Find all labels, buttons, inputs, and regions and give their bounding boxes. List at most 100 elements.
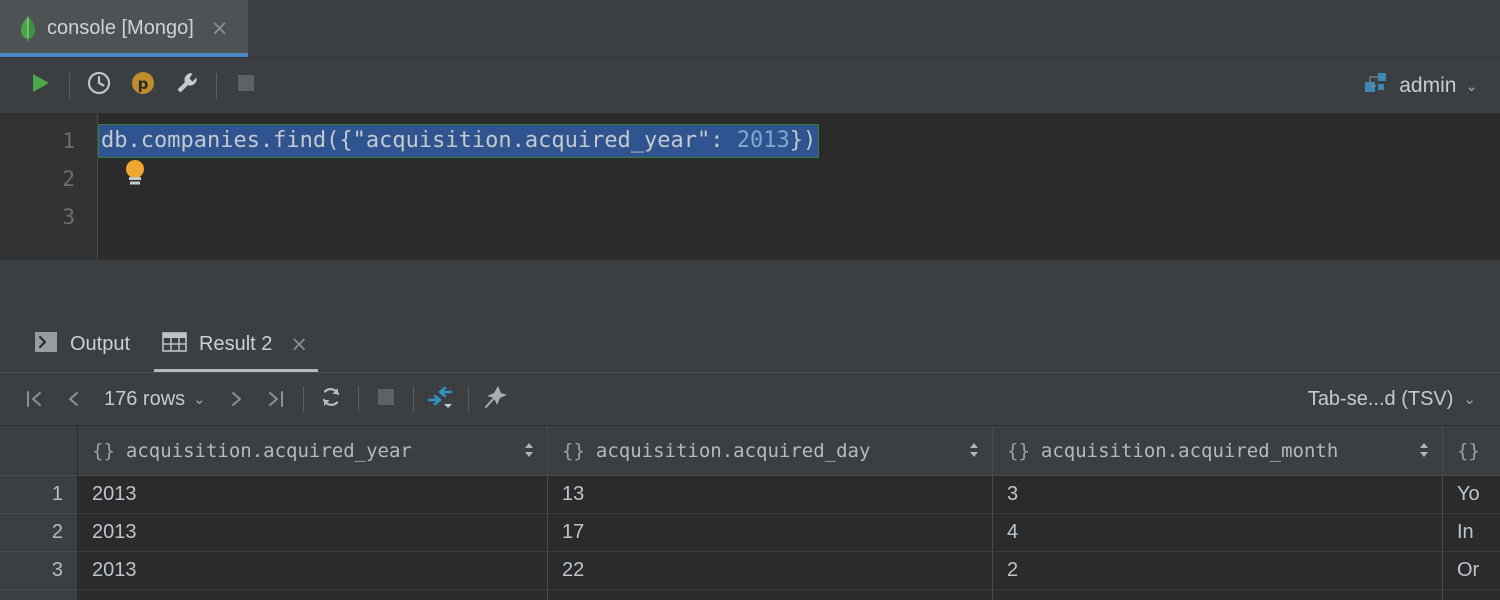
cell-acquired-month[interactable]: 2 bbox=[993, 552, 1443, 590]
cell-acquired-day[interactable]: 13 bbox=[548, 476, 993, 514]
sort-arrows-icon[interactable] bbox=[1418, 440, 1430, 461]
pin-icon bbox=[483, 384, 509, 415]
results-tab-bar: Output Result 2 × bbox=[0, 316, 1500, 373]
line-number: 1 bbox=[0, 122, 97, 160]
parameters-button[interactable]: p bbox=[121, 66, 165, 106]
query-prefix: db.companies.find({"acquisition.acquired… bbox=[101, 128, 737, 153]
result-data-grid[interactable]: {} acquisition.acquired_year {} acquisit… bbox=[0, 426, 1500, 600]
cell-acquired-month[interactable]: 4 bbox=[993, 514, 1443, 552]
editor-tab-console-mongo[interactable]: console [Mongo] × bbox=[0, 0, 248, 57]
sort-arrows-icon[interactable] bbox=[968, 440, 980, 461]
cell-acquired-day[interactable] bbox=[548, 590, 993, 600]
row-number[interactable]: 1 bbox=[0, 476, 78, 514]
table-row[interactable]: 2 2013 17 4 In bbox=[0, 514, 1500, 552]
grid-header-row: {} acquisition.acquired_year {} acquisit… bbox=[0, 426, 1500, 476]
database-name: admin bbox=[1399, 74, 1456, 98]
code-editor[interactable]: 1 2 3 db.companies.find({"acquisition.ac… bbox=[0, 114, 1500, 259]
cell-truncated[interactable]: Or bbox=[1443, 552, 1500, 590]
output-format-selector[interactable]: Tab-se...d (TSV) ⌄ bbox=[1308, 388, 1488, 411]
line-number: 3 bbox=[0, 198, 97, 236]
results-toolbar: 176 rows ⌄ bbox=[0, 373, 1500, 426]
close-icon[interactable]: × bbox=[288, 334, 310, 355]
object-type-icon: {} bbox=[1457, 440, 1480, 462]
cell-acquired-year[interactable]: 2013 bbox=[78, 476, 548, 514]
sort-arrows-icon[interactable] bbox=[523, 440, 535, 461]
last-page-button[interactable] bbox=[256, 380, 296, 418]
next-page-button[interactable] bbox=[216, 380, 256, 418]
tab-output-label: Output bbox=[70, 333, 130, 356]
column-header-acquired-year[interactable]: {} acquisition.acquired_year bbox=[78, 426, 548, 476]
stop-icon bbox=[236, 73, 256, 98]
column-header-truncated[interactable]: {} bbox=[1443, 426, 1500, 476]
cell-acquired-month[interactable] bbox=[993, 590, 1443, 600]
settings-button[interactable] bbox=[165, 66, 209, 106]
tab-result-2-label: Result 2 bbox=[199, 333, 272, 356]
reload-button[interactable] bbox=[311, 380, 351, 418]
editor-tab-label: console [Mongo] bbox=[47, 17, 194, 40]
table-row[interactable]: 1 2013 13 3 Yo bbox=[0, 476, 1500, 514]
history-button[interactable] bbox=[77, 66, 121, 106]
console-output-icon bbox=[34, 331, 58, 358]
line-number: 2 bbox=[0, 160, 97, 198]
pin-tab-button[interactable] bbox=[476, 380, 516, 418]
play-icon bbox=[28, 71, 52, 100]
query-suffix: }) bbox=[790, 128, 817, 153]
row-number[interactable]: 3 bbox=[0, 552, 78, 590]
cell-truncated[interactable]: Yo bbox=[1443, 476, 1500, 514]
mongo-console-window: console [Mongo] × p bbox=[0, 0, 1500, 600]
cell-truncated[interactable] bbox=[1443, 590, 1500, 600]
column-header-acquired-month[interactable]: {} acquisition.acquired_month bbox=[993, 426, 1443, 476]
line-number-gutter: 1 2 3 bbox=[0, 114, 98, 259]
prev-page-button[interactable] bbox=[54, 380, 94, 418]
execute-button[interactable] bbox=[18, 66, 62, 106]
row-number[interactable]: 2 bbox=[0, 514, 78, 552]
toolbar-separator-2 bbox=[216, 73, 217, 99]
cell-acquired-month[interactable]: 3 bbox=[993, 476, 1443, 514]
cancel-query-button[interactable] bbox=[366, 380, 406, 418]
tab-output[interactable]: Output bbox=[18, 316, 146, 372]
row-number[interactable]: 4 bbox=[0, 590, 78, 600]
database-selector[interactable]: admin ⌄ bbox=[1364, 72, 1484, 99]
chevron-down-icon: ⌄ bbox=[1463, 390, 1476, 408]
table-row[interactable]: 3 2013 22 2 Or bbox=[0, 552, 1500, 590]
code-text-area[interactable]: db.companies.find({"acquisition.acquired… bbox=[98, 114, 1500, 259]
column-header-label: acquisition.acquired_month bbox=[1041, 440, 1338, 462]
table-grid-icon bbox=[162, 331, 187, 358]
row-header-corner[interactable] bbox=[0, 426, 78, 476]
cell-truncated[interactable]: In bbox=[1443, 514, 1500, 552]
table-row[interactable]: 4 bbox=[0, 590, 1500, 600]
row-count-selector[interactable]: 176 rows ⌄ bbox=[94, 388, 216, 411]
refresh-icon bbox=[319, 385, 343, 414]
column-header-acquired-day[interactable]: {} acquisition.acquired_day bbox=[548, 426, 993, 476]
intention-bulb-icon[interactable] bbox=[122, 158, 148, 188]
object-type-icon: {} bbox=[1007, 440, 1030, 462]
parameter-p-icon: p bbox=[130, 70, 156, 101]
cell-acquired-day[interactable]: 17 bbox=[548, 514, 993, 552]
chevron-down-icon: ⌄ bbox=[193, 390, 206, 408]
console-toolbar: p bbox=[0, 58, 1500, 114]
cell-acquired-year[interactable] bbox=[78, 590, 548, 600]
panel-divider-band bbox=[0, 259, 1500, 316]
results-toolbar-separator-2 bbox=[358, 386, 359, 412]
stop-icon bbox=[376, 387, 396, 412]
history-icon bbox=[86, 70, 112, 101]
output-format-label: Tab-se...d (TSV) bbox=[1308, 388, 1454, 411]
close-icon[interactable]: × bbox=[209, 18, 231, 39]
column-header-label: acquisition.acquired_day bbox=[596, 440, 871, 462]
cell-acquired-year[interactable]: 2013 bbox=[78, 514, 548, 552]
cell-acquired-day[interactable]: 22 bbox=[548, 552, 993, 590]
stop-button[interactable] bbox=[224, 66, 268, 106]
column-header-label: acquisition.acquired_year bbox=[126, 440, 412, 462]
chevron-down-icon: ⌄ bbox=[1465, 77, 1478, 95]
selected-query-text[interactable]: db.companies.find({"acquisition.acquired… bbox=[98, 124, 819, 158]
cell-acquired-year[interactable]: 2013 bbox=[78, 552, 548, 590]
object-type-icon: {} bbox=[92, 440, 115, 462]
results-tool-window: Output Result 2 × bbox=[0, 316, 1500, 600]
tab-result-2[interactable]: Result 2 × bbox=[146, 316, 326, 372]
object-type-icon: {} bbox=[562, 440, 585, 462]
query-number-literal: 2013 bbox=[737, 128, 790, 153]
mongodb-leaf-icon bbox=[20, 16, 36, 42]
transpose-button[interactable] bbox=[421, 380, 461, 418]
first-page-button[interactable] bbox=[14, 380, 54, 418]
code-line-1[interactable]: db.companies.find({"acquisition.acquired… bbox=[98, 122, 1500, 160]
